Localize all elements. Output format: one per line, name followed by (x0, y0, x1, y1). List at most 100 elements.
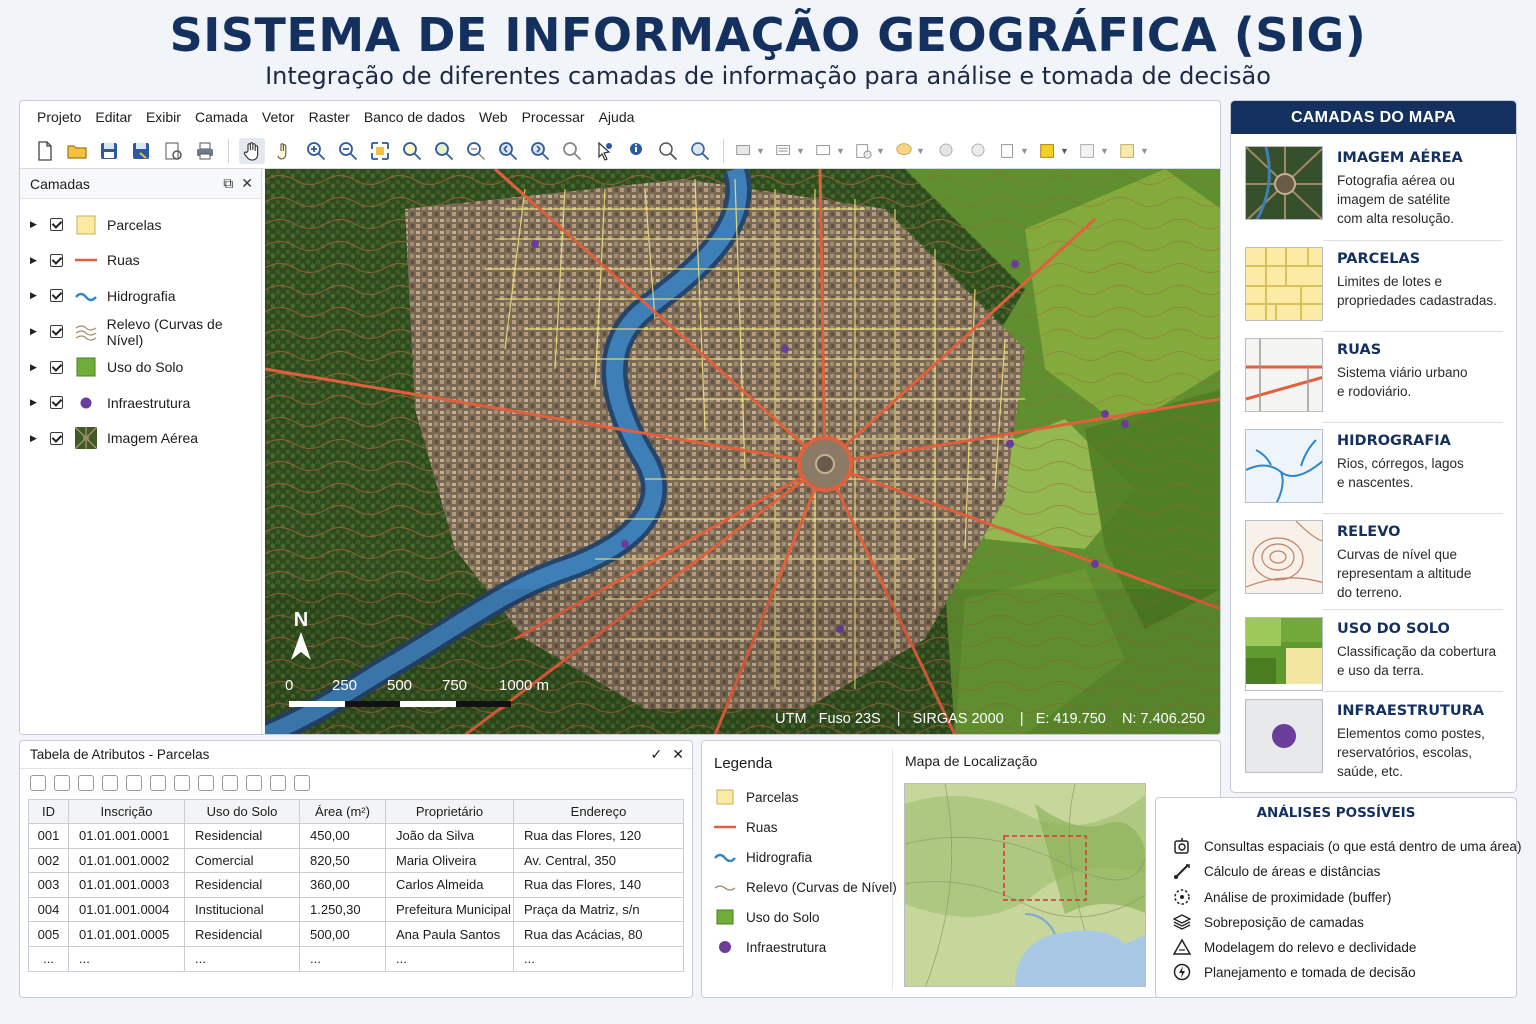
pan-hand-icon[interactable] (239, 137, 265, 164)
layer-visibility-checkbox[interactable] (50, 289, 63, 303)
table-row[interactable]: 003 01.01.001.0003 Residencial 360,00 Carlos… (28, 872, 684, 898)
table-row[interactable]: .................. (28, 945, 684, 972)
zoom-selection-icon[interactable] (399, 138, 425, 164)
zoom-to-icon[interactable] (270, 775, 286, 791)
copy-icon[interactable] (294, 775, 310, 791)
invert-selection-icon[interactable] (150, 775, 166, 791)
layer-item-parcelas[interactable]: ▶ Parcelas (20, 207, 261, 243)
layer-visibility-checkbox[interactable] (50, 218, 63, 232)
expand-arrow-icon[interactable]: ▶ (30, 219, 44, 230)
zoom-out-icon[interactable] (335, 138, 361, 164)
zoom-last-icon[interactable] (495, 138, 521, 164)
text-annotation-dropdown[interactable]: ▼ (1038, 138, 1072, 164)
toggle-edit-icon[interactable] (30, 775, 46, 791)
zoom-full-icon[interactable] (367, 138, 393, 164)
save-edits-icon[interactable] (54, 775, 70, 791)
select-expression-icon[interactable] (198, 775, 214, 791)
guide-item-title: HIDROGRAFIA (1337, 433, 1451, 449)
menu-banco-de-dados[interactable]: Banco de dados (357, 109, 472, 125)
layer-visibility-checkbox[interactable] (50, 396, 63, 410)
infrastructure-thumb-icon (1245, 699, 1323, 773)
menu-ajuda[interactable]: Ajuda (592, 109, 642, 125)
print-icon[interactable] (192, 138, 218, 164)
contour-icon (75, 321, 97, 343)
layer-item-hidrografia[interactable]: ▶ Hidrografia (20, 278, 261, 314)
guide-divider (1323, 609, 1503, 610)
menu-processar[interactable]: Processar (515, 109, 592, 125)
save-icon[interactable] (96, 138, 122, 164)
menu-editar[interactable]: Editar (88, 109, 139, 125)
identify-icon[interactable] (591, 138, 617, 164)
expand-arrow-icon[interactable]: ▶ (30, 362, 44, 373)
pan-to-selection-icon[interactable] (271, 138, 297, 164)
bookmark-icon[interactable] (966, 138, 992, 164)
table-row[interactable]: 001 01.01.001.0001 Residencial 450,00 João d… (28, 823, 684, 849)
legend-divider (892, 749, 893, 989)
undock-icon[interactable]: ⧉ (223, 175, 233, 192)
close-icon[interactable]: ✕ (241, 175, 253, 192)
layer-visibility-checkbox[interactable] (50, 431, 63, 445)
move-top-icon[interactable] (222, 775, 238, 791)
select-all-icon[interactable] (126, 775, 142, 791)
column-header[interactable]: Proprietário (385, 799, 514, 824)
python-dropdown[interactable]: ▼ (1118, 138, 1152, 164)
temporal-dropdown[interactable]: ▼ (998, 138, 1032, 164)
pan-to-icon[interactable] (246, 775, 262, 791)
expand-arrow-icon[interactable]: ▶ (30, 433, 44, 444)
layer-item-infraestrutura[interactable]: ▶ Infraestrutura (20, 385, 261, 421)
layer-visibility-checkbox[interactable] (49, 325, 63, 339)
expand-arrow-icon[interactable]: ▶ (30, 397, 44, 408)
column-header[interactable]: Área (m²) (299, 799, 386, 824)
menu-web[interactable]: Web (472, 109, 515, 125)
layer-item-relevo[interactable]: ▶ Relevo (Curvas de Nível) (20, 314, 261, 350)
guide-item-hidrografia: HIDROGRAFIA Rios, córregos, lagos e nasce… (1245, 429, 1505, 503)
select-features-dropdown[interactable]: ▼ (734, 138, 768, 164)
expand-arrow-icon[interactable]: ▶ (30, 290, 44, 301)
open-folder-icon[interactable] (64, 138, 90, 164)
zoom-layer-icon[interactable] (431, 138, 457, 164)
column-header[interactable]: Inscrição (68, 799, 185, 824)
layer-visibility-checkbox[interactable] (50, 360, 63, 374)
expand-arrow-icon[interactable]: ▶ (30, 326, 44, 337)
column-header[interactable]: Uso do Solo (184, 799, 300, 824)
filter-icon[interactable] (102, 775, 118, 791)
locator-map[interactable] (904, 783, 1146, 987)
column-header[interactable]: ID (28, 799, 69, 824)
dock-pin-icon[interactable]: ✓ (651, 746, 663, 763)
plugins-dropdown[interactable]: ▼ (1078, 138, 1112, 164)
terrain-icon (1172, 937, 1192, 957)
layer-item-ruas[interactable]: ▶ Ruas (20, 243, 261, 279)
save-as-icon[interactable] (128, 138, 154, 164)
layer-visibility-checkbox[interactable] (50, 253, 63, 267)
zoom-next-icon[interactable] (527, 138, 553, 164)
annotation-icon[interactable] (934, 138, 960, 164)
select-by-value-dropdown[interactable]: ▼ (774, 138, 808, 164)
map-tips-dropdown[interactable]: ▼ (894, 138, 928, 164)
measure-tool-icon[interactable] (655, 138, 681, 164)
new-map-view-icon[interactable] (559, 138, 585, 164)
layer-item-imagem-aerea[interactable]: ▶ Imagem Aérea (20, 421, 261, 457)
new-project-icon[interactable] (32, 138, 58, 164)
attribute-tool-icon[interactable] (687, 138, 713, 164)
menu-projeto[interactable]: Projeto (30, 109, 88, 125)
menu-raster[interactable]: Raster (302, 109, 357, 125)
zoom-native-icon[interactable] (463, 138, 489, 164)
column-header[interactable]: Endereço (513, 799, 684, 824)
close-icon[interactable]: ✕ (672, 746, 684, 763)
table-row[interactable]: 002 01.01.001.0002 Comercial 820,50 Maria Ol… (28, 847, 684, 874)
deselect-dropdown[interactable]: ▼ (814, 138, 848, 164)
deselect-icon[interactable] (174, 775, 190, 791)
map-canvas[interactable]: N 0 250 500 750 1000 m UTM Fuso 23S | SI… (265, 169, 1220, 734)
table-row[interactable]: 004 01.01.001.0004 Institucional 1.250,30 Pr… (28, 896, 684, 923)
field-calc-dropdown[interactable]: ▼ (854, 138, 888, 164)
menu-camada[interactable]: Camada (188, 109, 255, 125)
expand-arrow-icon[interactable]: ▶ (30, 255, 44, 266)
table-row[interactable]: 005 01.01.001.0005 Residencial 500,00 Ana Pa… (28, 921, 684, 947)
identify-features-icon[interactable] (623, 138, 649, 164)
layer-item-uso-do-solo[interactable]: ▶ Uso do Solo (20, 349, 261, 385)
zoom-in-icon[interactable] (303, 138, 329, 164)
project-properties-icon[interactable] (160, 138, 186, 164)
menu-exibir[interactable]: Exibir (139, 109, 188, 125)
menu-vetor[interactable]: Vetor (255, 109, 302, 125)
reload-icon[interactable] (78, 775, 94, 791)
